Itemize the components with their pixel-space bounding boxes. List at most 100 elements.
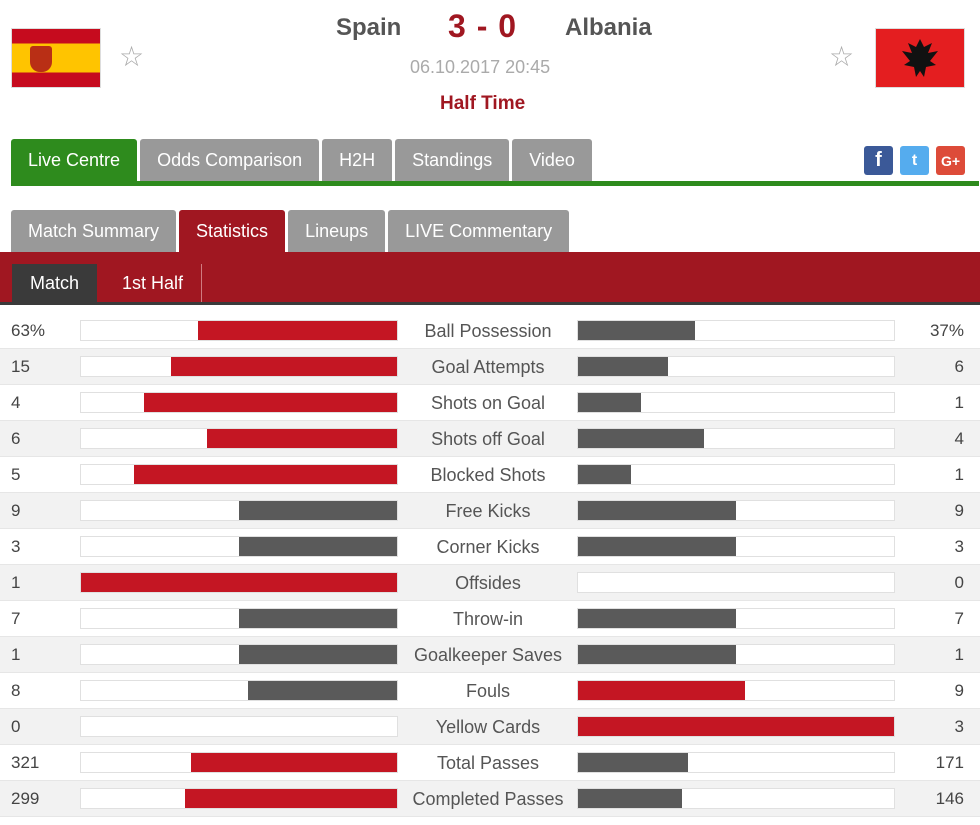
- home-stat-bar-fill: [207, 429, 397, 448]
- tab-statistics[interactable]: Statistics: [179, 210, 286, 252]
- away-stat-bar-fill: [578, 609, 736, 628]
- away-stat-value: 4: [954, 429, 964, 448]
- stat-label: Goalkeeper Saves: [413, 645, 563, 665]
- home-stat-bar: [80, 788, 398, 809]
- stat-label: Total Passes: [436, 753, 540, 773]
- albania-flag: [875, 28, 965, 88]
- tab-match-summary[interactable]: Match Summary: [11, 210, 177, 252]
- home-team-name[interactable]: Spain: [336, 14, 401, 42]
- away-stat-bar: [577, 788, 895, 809]
- stat-row: 321 Total Passes 171: [0, 745, 980, 781]
- away-stat-bar: [577, 644, 895, 665]
- home-stat-bar: [80, 680, 398, 701]
- home-stat-bar: [80, 500, 398, 521]
- tab-period-1st-half[interactable]: 1st Half: [104, 264, 203, 302]
- home-stat-bar-fill: [133, 465, 397, 484]
- tab-period-match[interactable]: Match: [12, 264, 98, 302]
- match-datetime: 06.10.2017 20:45: [410, 57, 551, 77]
- away-stat-value: 9: [954, 681, 964, 700]
- tab-odds-comparison[interactable]: Odds Comparison: [140, 139, 320, 181]
- away-stat-bar: [577, 680, 895, 701]
- home-stat-value: 6: [11, 429, 21, 448]
- favorite-away-star-icon[interactable]: ☆: [829, 43, 854, 71]
- tab-live-commentary[interactable]: LIVE Commentary: [388, 210, 570, 252]
- away-stat-value: 146: [935, 789, 964, 808]
- away-stat-bar-fill: [578, 321, 695, 340]
- home-stat-value: 63%: [11, 321, 46, 340]
- google-plus-icon[interactable]: G+: [936, 146, 965, 175]
- twitter-icon[interactable]: t: [900, 146, 929, 175]
- home-stat-bar-fill: [239, 645, 397, 664]
- match-score: 3 - 0: [448, 8, 518, 44]
- home-stat-bar-fill: [184, 789, 397, 808]
- home-stat-value: 9: [11, 501, 21, 520]
- away-stat-value: 37%: [929, 321, 964, 340]
- stat-label: Corner Kicks: [436, 537, 540, 557]
- home-stat-bar-fill: [81, 573, 397, 592]
- stat-row: 7 Throw-in 7: [0, 601, 980, 637]
- home-stat-bar: [80, 536, 398, 557]
- away-stat-value: 9: [954, 501, 964, 520]
- stat-row: 299 Completed Passes 146: [0, 781, 980, 817]
- away-stat-value: 1: [954, 465, 964, 484]
- tab-standings[interactable]: Standings: [395, 139, 510, 181]
- away-stat-bar: [577, 464, 895, 485]
- eagle-icon: [902, 39, 938, 77]
- facebook-icon[interactable]: f: [864, 146, 893, 175]
- home-stat-bar: [80, 428, 398, 449]
- stat-row: 9 Free Kicks 9: [0, 493, 980, 529]
- stat-row: 5 Blocked Shots 1: [0, 457, 980, 493]
- stat-row: 1 Goalkeeper Saves 1: [0, 637, 980, 673]
- away-team-name[interactable]: Albania: [565, 14, 652, 42]
- away-stat-value: 0: [954, 573, 964, 592]
- away-stat-value: 1: [954, 393, 964, 412]
- home-stat-bar: [80, 608, 398, 629]
- home-stat-bar: [80, 356, 398, 377]
- home-stat-value: 0: [11, 717, 21, 736]
- stat-label: Completed Passes: [412, 789, 564, 809]
- stat-row: 4 Shots on Goal 1: [0, 385, 980, 421]
- home-stat-value: 8: [11, 681, 21, 700]
- stat-row: 1 Offsides 0: [0, 565, 980, 601]
- home-stat-value: 7: [11, 609, 21, 628]
- favorite-home-star-icon[interactable]: ☆: [119, 43, 144, 71]
- stat-label: Blocked Shots: [430, 465, 546, 485]
- home-stat-value: 1: [11, 645, 21, 664]
- stat-row: 6 Shots off Goal 4: [0, 421, 980, 457]
- away-stat-bar-fill: [578, 681, 746, 700]
- away-stat-bar: [577, 500, 895, 521]
- stat-label: Shots on Goal: [430, 393, 546, 413]
- home-stat-bar-fill: [171, 357, 397, 376]
- home-stat-bar: [80, 572, 398, 593]
- stat-label: Yellow Cards: [435, 717, 541, 737]
- away-stat-bar-fill: [578, 753, 688, 772]
- home-stat-bar: [80, 752, 398, 773]
- away-stat-value: 1: [954, 645, 964, 664]
- tab-lineups[interactable]: Lineups: [288, 210, 386, 252]
- away-stat-value: 171: [935, 753, 964, 772]
- tab-live-centre[interactable]: Live Centre: [11, 139, 138, 181]
- away-stat-bar-fill: [578, 393, 642, 412]
- home-stat-bar-fill: [248, 681, 397, 700]
- away-stat-bar-fill: [578, 465, 631, 484]
- spain-flag: [11, 28, 101, 88]
- home-stat-value: 1: [11, 573, 21, 592]
- home-stat-bar-fill: [144, 393, 397, 412]
- away-stat-bar: [577, 392, 895, 413]
- away-stat-bar: [577, 572, 895, 593]
- away-stat-bar-fill: [578, 645, 736, 664]
- statistics-table: 63% Ball Possession 37% 15 Goal Attempts 6 4 Sh…: [0, 313, 980, 817]
- stat-label: Offsides: [455, 573, 521, 593]
- tab-h2h[interactable]: H2H: [322, 139, 393, 181]
- home-stat-value: 3: [11, 537, 21, 556]
- away-stat-bar: [577, 608, 895, 629]
- home-stat-value: 5: [11, 465, 21, 484]
- stat-row: 15 Goal Attempts 6: [0, 349, 980, 385]
- stat-label: Ball Possession: [424, 321, 552, 341]
- sub-tabs: Match Summary Statistics Lineups LIVE Co…: [11, 210, 570, 252]
- tab-video[interactable]: Video: [512, 139, 592, 181]
- away-stat-bar-fill: [578, 429, 705, 448]
- away-stat-bar-fill: [578, 357, 669, 376]
- away-stat-bar: [577, 716, 895, 737]
- home-stat-bar: [80, 464, 398, 485]
